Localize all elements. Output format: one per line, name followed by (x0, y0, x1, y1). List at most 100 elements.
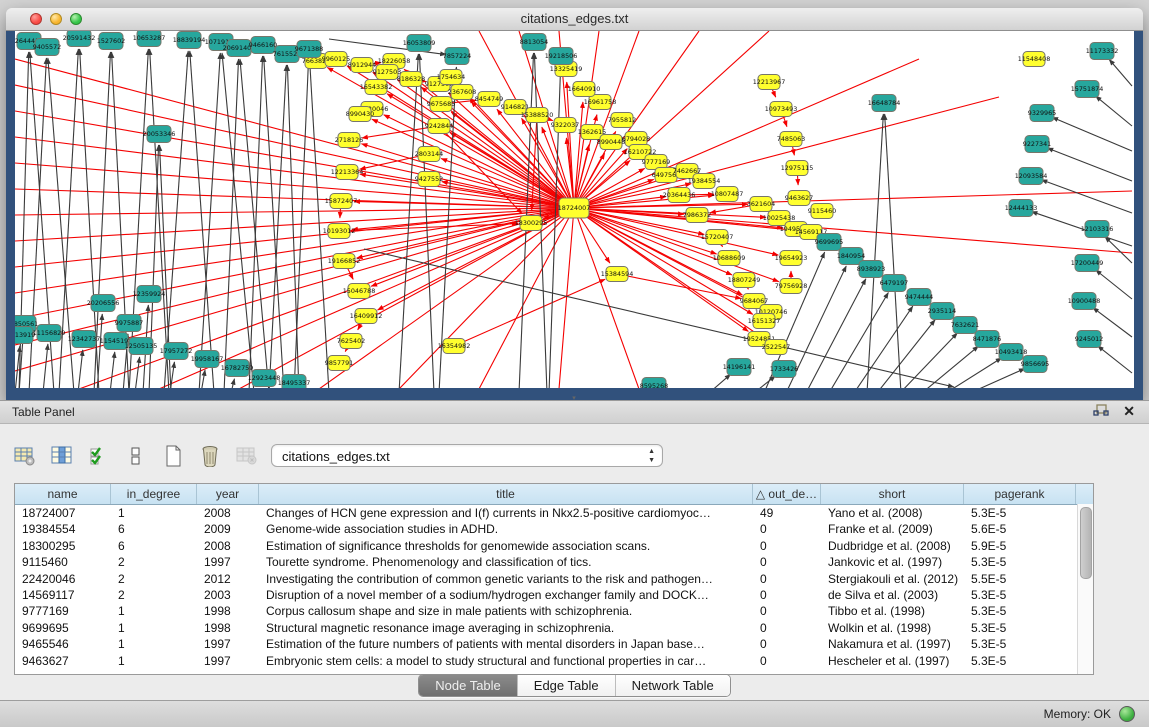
column-header-name[interactable]: name (15, 484, 111, 504)
table-cell-in_degree[interactable]: 1 (111, 620, 197, 636)
citation-graph[interactable]: 1872400718300295766382299601258912944182… (15, 31, 1134, 388)
graph-node[interactable]: 9329965 (1028, 105, 1056, 122)
graph-node[interactable]: 7857224 (443, 48, 471, 65)
graph-node[interactable]: 18807249 (728, 273, 761, 288)
table-cell-short[interactable]: Dudbridge et al. (2008) (821, 538, 964, 554)
table-cell-out_degree[interactable]: 49 (753, 505, 821, 521)
table-cell-in_degree[interactable]: 2 (111, 587, 197, 603)
table-cell-name[interactable]: 9463627 (15, 653, 111, 669)
table-cell-pagerank[interactable]: 5.9E-5 (964, 538, 1076, 554)
graph-node[interactable]: 8813054 (520, 34, 548, 51)
column-header-year[interactable]: year (197, 484, 259, 504)
table-cell-pagerank[interactable]: 5.3E-5 (964, 505, 1076, 521)
table-cell-pagerank[interactable]: 5.3E-5 (964, 554, 1076, 570)
table-cell-in_degree[interactable]: 1 (111, 653, 197, 669)
splitter-handle[interactable]: ▾ (566, 396, 582, 402)
table-cell-name[interactable]: 9699695 (15, 620, 111, 636)
table-cell-in_degree[interactable]: 2 (111, 554, 197, 570)
graph-node[interactable]: 16053809 (403, 35, 436, 52)
table-cell-out_degree[interactable]: 0 (753, 538, 821, 554)
table-cell-title[interactable]: Estimation of the future numbers of pati… (259, 636, 753, 652)
graph-node[interactable]: 10193012 (323, 224, 356, 239)
close-panel-icon[interactable]: ✕ (1123, 404, 1135, 418)
new-column-icon[interactable] (162, 445, 184, 467)
table-cell-out_degree[interactable]: 0 (753, 636, 821, 652)
table-cell-short[interactable]: Nakamura et al. (1997) (821, 636, 964, 652)
table-cell-name[interactable]: 18724007 (15, 505, 111, 521)
graph-node[interactable]: 12093584 (1015, 168, 1048, 185)
table-row[interactable]: 969969511998Structural magnetic resonanc… (15, 620, 1093, 636)
table-cell-short[interactable]: Hescheler et al. (1997) (821, 653, 964, 669)
table-cell-out_degree[interactable]: 0 (753, 653, 821, 669)
table-cell-short[interactable]: Stergiakouli et al. (2012) (821, 571, 964, 587)
graph-node[interactable]: 8186328 (397, 72, 425, 87)
graph-node[interactable]: 9463627 (785, 191, 813, 206)
graph-node[interactable]: 20364436 (663, 188, 696, 203)
table-cell-short[interactable]: Jankovic et al. (1997) (821, 554, 964, 570)
graph-node[interactable]: 9975887 (115, 315, 143, 332)
table-cell-name[interactable]: 9115460 (15, 554, 111, 570)
table-cell-year[interactable]: 1998 (197, 603, 259, 619)
graph-node[interactable]: 9857791 (325, 356, 353, 371)
table-select-dropdown[interactable]: citations_edges.txt ▲▼ (271, 444, 663, 467)
graph-node[interactable]: 1527602 (97, 33, 125, 50)
graph-node[interactable]: 11156829 (33, 325, 66, 342)
table-cell-in_degree[interactable]: 6 (111, 538, 197, 554)
table-row[interactable]: 1872400712008Changes of HCN gene express… (15, 505, 1093, 521)
graph-node[interactable]: 9675685 (427, 97, 455, 112)
graph-node[interactable]: 9960125 (322, 52, 350, 67)
graph-node[interactable]: 17957272 (160, 343, 193, 360)
column-header-pagerank[interactable]: pagerank (964, 484, 1076, 504)
table-row[interactable]: 1938455462009Genome-wide association stu… (15, 521, 1093, 537)
table-cell-year[interactable]: 2008 (197, 505, 259, 521)
table-cell-name[interactable]: 9777169 (15, 603, 111, 619)
graph-node[interactable]: 7485063 (777, 132, 805, 147)
graph-node[interactable]: 7955812 (608, 113, 636, 128)
graph-node[interactable]: 2367608 (448, 85, 476, 100)
row-height-icon[interactable] (125, 445, 147, 467)
show-column-icon[interactable] (51, 445, 73, 467)
graph-node[interactable]: 9227341 (1023, 136, 1051, 153)
table-cell-pagerank[interactable]: 5.6E-5 (964, 521, 1076, 537)
table-cell-year[interactable]: 1997 (197, 554, 259, 570)
table-row[interactable]: 977716911998Corpus callosum shape and si… (15, 603, 1093, 619)
graph-node[interactable]: 8990430 (346, 107, 374, 122)
graph-node[interactable]: 16648784 (868, 95, 901, 112)
graph-node[interactable]: 20053346 (143, 126, 176, 143)
graph-node[interactable]: 12505135 (125, 338, 158, 355)
table-cell-pagerank[interactable]: 5.3E-5 (964, 636, 1076, 652)
table-cell-year[interactable]: 1998 (197, 620, 259, 636)
graph-node[interactable]: 9242844 (425, 119, 453, 134)
table-cell-short[interactable]: Tibbo et al. (1998) (821, 603, 964, 619)
table-cell-year[interactable]: 2012 (197, 571, 259, 587)
graph-node[interactable]: 20591432 (63, 31, 96, 47)
graph-node[interactable]: 9322037 (551, 118, 579, 133)
graph-node[interactable]: 79756928 (775, 279, 808, 294)
graph-node[interactable]: 8938923 (857, 261, 885, 278)
graph-node[interactable]: 11548408 (1018, 52, 1051, 67)
graph-node[interactable]: 19958167 (191, 351, 224, 368)
table-options-icon[interactable] (14, 445, 36, 467)
table-cell-title[interactable]: Changes of HCN gene expression and I(f) … (259, 505, 753, 521)
table-cell-short[interactable]: de Silva et al. (2003) (821, 587, 964, 603)
graph-node[interactable]: 16409912 (350, 309, 383, 324)
graph-node[interactable]: 7625402 (337, 334, 365, 349)
table-cell-pagerank[interactable]: 5.5E-5 (964, 571, 1076, 587)
table-cell-name[interactable]: 9465546 (15, 636, 111, 652)
table-cell-year[interactable]: 1997 (197, 636, 259, 652)
graph-node[interactable]: 12975115 (781, 161, 814, 176)
table-cell-out_degree[interactable]: 0 (753, 554, 821, 570)
float-panel-icon[interactable] (1093, 404, 1109, 418)
graph-node[interactable]: 10493418 (995, 344, 1028, 361)
table-cell-short[interactable]: Franke et al. (2009) (821, 521, 964, 537)
table-cell-out_degree[interactable]: 0 (753, 571, 821, 587)
graph-node[interactable]: 19218506 (545, 48, 578, 65)
table-cell-pagerank[interactable]: 5.3E-5 (964, 653, 1076, 669)
table-cell-out_degree[interactable]: 0 (753, 521, 821, 537)
graph-node[interactable]: 11173332 (1086, 43, 1119, 60)
graph-node[interactable]: 9405572 (33, 39, 61, 56)
graph-node[interactable]: 9699695 (815, 234, 843, 251)
table-cell-year[interactable]: 2003 (197, 587, 259, 603)
table-cell-title[interactable]: Embryonic stem cells: a model to study s… (259, 653, 753, 669)
table-cell-short[interactable]: Yano et al. (2008) (821, 505, 964, 521)
